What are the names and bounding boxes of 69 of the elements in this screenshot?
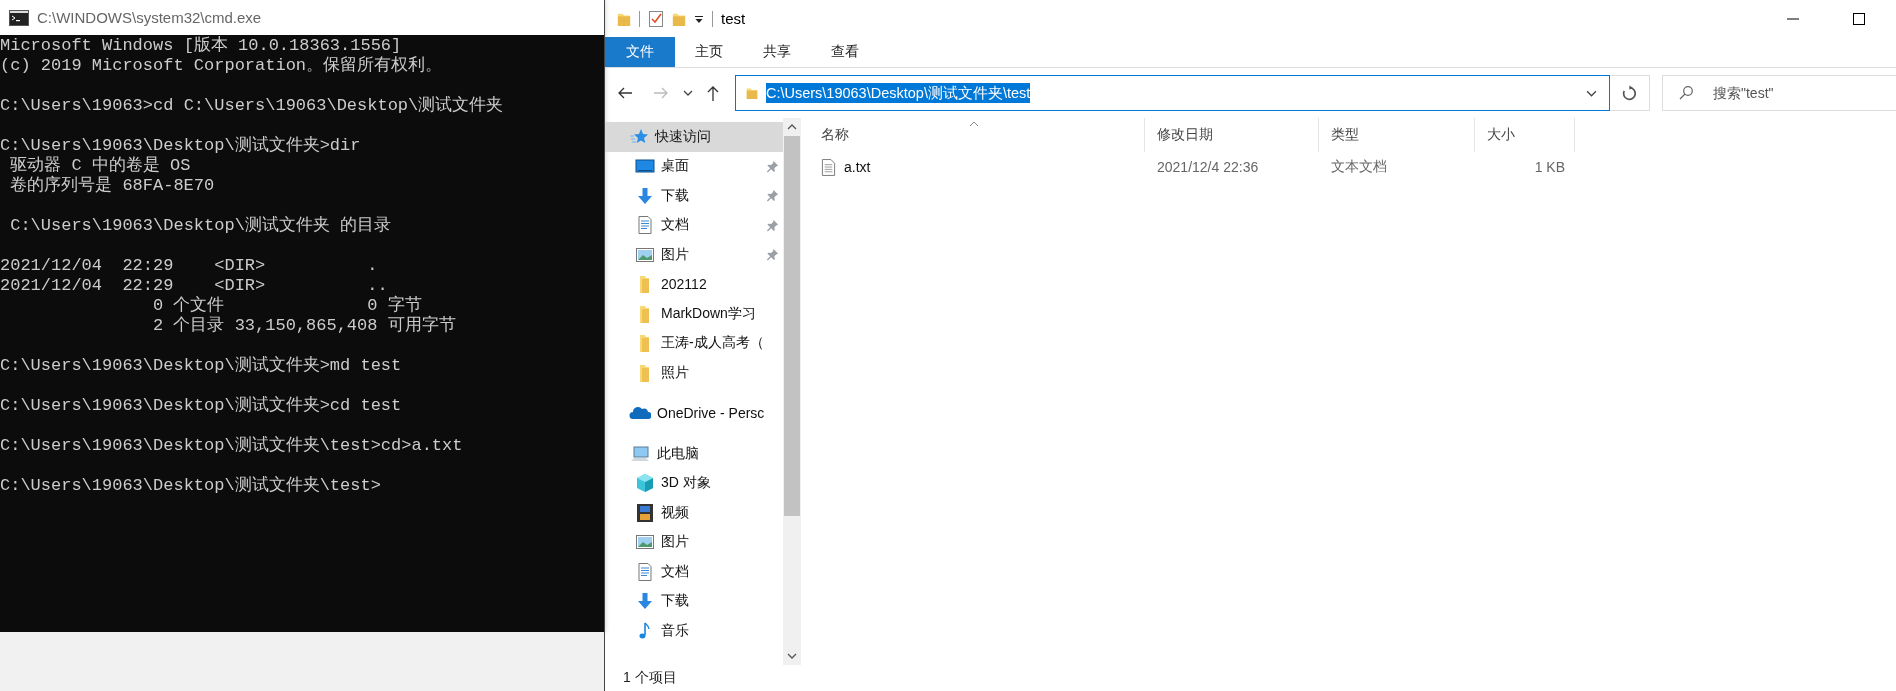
console-line: 驱动器 C 中的卷是 OS [9,156,192,175]
address-field[interactable]: C:\Users\19063\Desktop\测试文件夹\test [734,75,1611,111]
console-line: 2021/12/04 22:29 <DIR> . [0,256,379,276]
column-header[interactable]: 名称 [809,118,1145,152]
sidebar-item[interactable]: 王涛-成人高考（ [605,328,783,358]
file-row[interactable]: a.txt 2021/12/4 22:36 文本文档 1 KB [809,152,1896,182]
sidebar-item[interactable]: 快速访问 [605,122,783,152]
file-date: 2021/12/4 22:36 [1157,159,1259,175]
file-menu-button[interactable]: 文件 [605,37,675,67]
film-strip-icon [635,502,655,523]
console-line: C:\Users\19063>cd C:\Users\19063\Desktop\测试文件夹 [0,96,505,116]
text-file-icon [821,157,836,177]
window-title: test [721,10,746,27]
sidebar-item[interactable]: MarkDown学习 [605,299,783,329]
sidebar-item[interactable]: OneDrive - Persc [605,398,783,428]
ribbon-tab[interactable]: 主页 [675,37,743,67]
ribbon-tab[interactable]: 查看 [811,37,879,67]
console-line: 卷的序列号是 68FA-8E70 [9,176,216,196]
file-type: 文本文档 [1331,158,1387,176]
console-line: 0 个文件 0 字节 [152,296,422,316]
document-icon [635,215,655,236]
sort-caret-icon [969,121,979,127]
properties-icon[interactable] [648,9,664,28]
sidebar-item[interactable]: 图片 [605,240,783,270]
ribbon-tab[interactable]: 共享 [743,37,811,67]
console-line: C:\Users\19063\Desktop\测试文件夹>md test [0,356,403,376]
console-icon [9,9,29,26]
sidebar-item[interactable]: 下载 [605,586,783,616]
document-icon [635,561,655,582]
status-text: 1 个项目 [623,669,677,687]
search-field[interactable]: 搜索"test" [1662,75,1896,111]
console-line: C:\Users\19063\Desktop\测试文件夹>dir [0,136,362,156]
refresh-button[interactable] [1610,75,1650,111]
console-line: Microsoft Windows [版本 10.0.18363.1556] [0,36,403,56]
console-line: 2 个目录 33,150,865,408 可用字节 [152,316,457,336]
console-line: 2021/12/04 22:29 <DIR> .. [0,276,388,296]
back-icon[interactable] [617,85,633,101]
sidebar-item[interactable]: 桌面 [605,151,783,181]
sidebar-item[interactable]: 音乐 [605,616,783,646]
scroll-up-icon[interactable] [787,124,797,130]
file-name: a.txt [844,159,871,175]
download-icon [635,185,655,206]
chevron-down-icon[interactable] [682,88,693,98]
console-line: C:\Users\19063\Desktop\测试文件夹\test>cd>a.txt [0,436,464,456]
sidebar-item[interactable]: 此电脑 [605,439,783,469]
column-header[interactable]: 类型 [1319,118,1475,152]
column-header[interactable]: 大小 [1475,118,1575,152]
sidebar-item[interactable]: 下载 [605,181,783,211]
console-line: C:\Users\19063\Desktop\测试文件夹 的目录 [9,216,393,236]
sidebar-item[interactable]: 视频 [605,498,783,528]
scrollbar[interactable] [783,118,801,665]
console-line: C:\Users\19063\Desktop\测试文件夹>cd test [0,396,403,416]
sidebar-item[interactable]: 文档 [605,557,783,587]
sidebar-item[interactable]: 图片 [605,527,783,557]
sidebar-item[interactable]: 照片 [605,358,783,388]
dropdown-icon[interactable] [694,13,704,24]
sidebar-item[interactable]: 文档 [605,210,783,240]
scroll-down-icon[interactable] [787,653,797,659]
sidebar-item[interactable]: 202112 [605,269,783,299]
maximize-icon[interactable] [1852,11,1866,26]
console-line: (c) 2019 Microsoft Corporation。保留所有权利。 [0,56,444,76]
column-header[interactable]: 修改日期 [1145,118,1319,152]
computer-icon [629,443,651,464]
refresh-icon [1621,84,1638,102]
window-title: C:\WINDOWS\system32\cmd.exe [37,9,262,26]
file-size: 1 KB [1534,159,1565,175]
sidebar-item[interactable]: 3D 对象 [605,468,783,498]
console-line: C:\Users\19063\Desktop\测试文件夹\test> [0,476,382,496]
cube-icon [635,473,655,494]
